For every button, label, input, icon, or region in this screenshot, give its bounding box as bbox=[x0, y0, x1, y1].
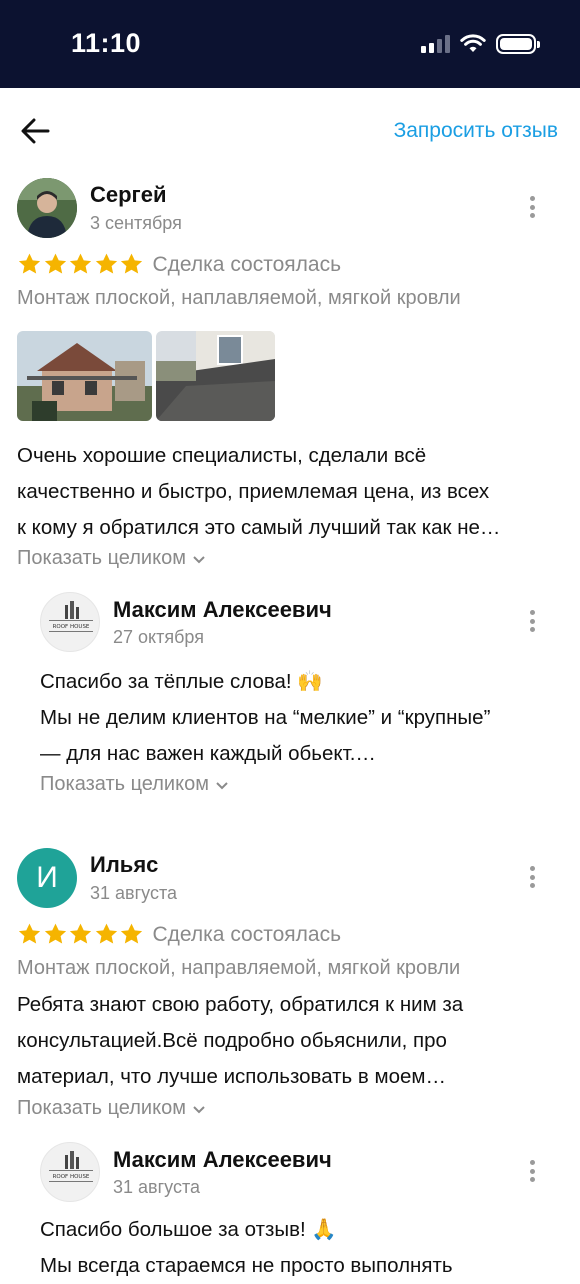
service-name: Монтаж плоской, направляемой, мягкой кро… bbox=[17, 957, 461, 979]
star-icon bbox=[120, 923, 143, 944]
deal-status: Сделка состоялась bbox=[152, 922, 342, 946]
reply-author-name: Максим Алексеевич bbox=[113, 1147, 332, 1172]
star-icon bbox=[95, 253, 117, 274]
review-date: 31 августа bbox=[90, 883, 178, 903]
reply-author-name: Максим Алексеевич bbox=[113, 597, 332, 622]
company-avatar[interactable]: ROOF HOUSE bbox=[40, 592, 100, 652]
battery-icon bbox=[496, 34, 540, 54]
reply-text: Спасибо за тёплые слова! 🙌 Мы не делим к… bbox=[40, 670, 491, 765]
cellular-signal-icon bbox=[421, 35, 450, 53]
star-icon bbox=[44, 923, 66, 944]
show-full-reply-button[interactable]: Показать целиком bbox=[40, 773, 229, 796]
roof-surface-photo bbox=[156, 331, 275, 421]
review-photo[interactable] bbox=[156, 331, 275, 421]
svg-text:ROOF HOUSE: ROOF HOUSE bbox=[53, 624, 90, 630]
chevron-down-icon bbox=[193, 555, 205, 563]
star-icon bbox=[95, 923, 117, 944]
star-icon bbox=[120, 253, 143, 274]
more-options-icon[interactable] bbox=[522, 606, 542, 636]
star-icon bbox=[69, 923, 92, 944]
reply-text: Спасибо большое за отзыв! 🙏 Мы всегда ст… bbox=[40, 1218, 453, 1277]
roof-house-logo: ROOF HOUSE bbox=[49, 601, 93, 632]
star-icon bbox=[69, 253, 92, 274]
reviewer-avatar[interactable]: И bbox=[17, 848, 77, 908]
top-bar: Запросить отзыв bbox=[0, 100, 580, 162]
review-date: 3 сентября bbox=[90, 213, 182, 233]
request-review-link[interactable]: Запросить отзыв bbox=[394, 119, 558, 143]
show-full-review-button[interactable]: Показать целиком bbox=[17, 1097, 206, 1120]
reply-date: 31 августа bbox=[113, 1177, 201, 1197]
service-name: Монтаж плоской, наплавляемой, мягкой кро… bbox=[17, 287, 461, 309]
rating-row: Сделка состоялась bbox=[17, 922, 341, 947]
rating-row: Сделка состоялась bbox=[17, 252, 341, 277]
show-full-review-button[interactable]: Показать целиком bbox=[17, 547, 206, 570]
wifi-icon bbox=[460, 34, 486, 52]
back-arrow-icon[interactable] bbox=[18, 114, 52, 148]
roof-house-photo bbox=[17, 331, 152, 421]
deal-status: Сделка состоялась bbox=[152, 252, 342, 276]
chevron-down-icon bbox=[216, 781, 228, 789]
reviewer-name: Сергей bbox=[90, 182, 167, 207]
more-options-icon[interactable] bbox=[522, 1156, 542, 1186]
more-options-icon[interactable] bbox=[522, 192, 542, 222]
reviewer-avatar[interactable] bbox=[17, 178, 77, 238]
chevron-down-icon bbox=[193, 1105, 205, 1113]
reply-date: 27 октября bbox=[113, 627, 204, 647]
review-photo[interactable] bbox=[17, 331, 152, 421]
more-options-icon[interactable] bbox=[522, 862, 542, 892]
review-text: Ребята знают свою работу, обратился к ни… bbox=[17, 993, 464, 1088]
star-icon bbox=[18, 253, 41, 274]
company-avatar[interactable]: ROOF HOUSE bbox=[40, 1142, 100, 1202]
status-icons bbox=[421, 33, 540, 55]
review-text: Очень хорошие специалисты, сделали всё к… bbox=[17, 444, 501, 539]
svg-text:ROOF HOUSE: ROOF HOUSE bbox=[53, 1174, 90, 1180]
roof-house-logo: ROOF HOUSE bbox=[49, 1151, 93, 1182]
star-icon bbox=[18, 923, 41, 944]
status-bar: 11:10 bbox=[0, 0, 580, 88]
star-icon bbox=[44, 253, 66, 274]
reviewer-photo bbox=[17, 178, 77, 238]
status-time: 11:10 bbox=[71, 28, 142, 58]
reviewer-name: Ильяс bbox=[90, 852, 159, 877]
